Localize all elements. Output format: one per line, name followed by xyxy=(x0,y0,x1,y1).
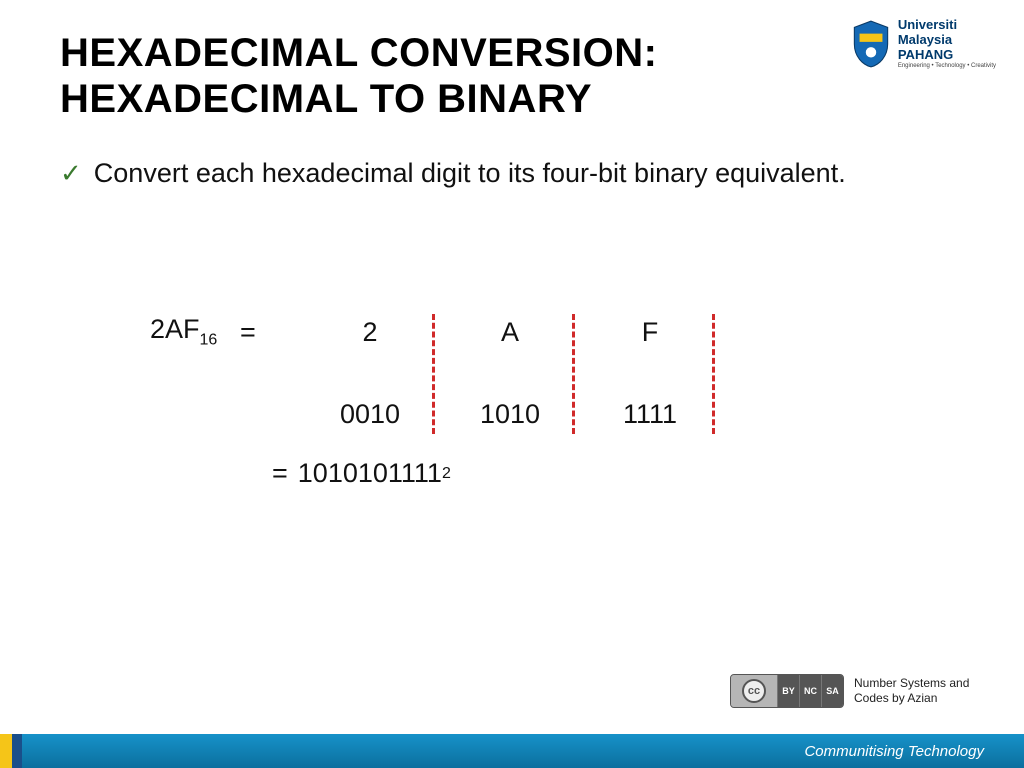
result-base: 2 xyxy=(442,465,451,483)
binary-nibble: 0010 xyxy=(300,399,440,430)
cc-logo-icon: cc xyxy=(731,675,777,707)
license-block: cc BY NC SA Number Systems and Codes by … xyxy=(730,674,994,708)
credit-text: Number Systems and Codes by Azian xyxy=(854,676,994,706)
hex-base: 16 xyxy=(200,332,218,349)
university-logo: Universiti Malaysia PAHANG Engineering •… xyxy=(850,18,996,70)
shield-icon xyxy=(850,19,892,69)
conversion-example: 2AF16 = 2 A F 0010 1010 1111 = 101010111… xyxy=(150,310,720,489)
cc-part: SA xyxy=(821,675,843,707)
uni-tagline: Engineering • Technology • Creativity xyxy=(898,63,996,70)
footer-bar: Communitising Technology xyxy=(0,734,1024,768)
footer-text: Communitising Technology xyxy=(804,734,984,768)
divider-line xyxy=(432,314,435,434)
binary-nibble: 1010 xyxy=(440,399,580,430)
hex-digit: F xyxy=(580,317,720,348)
cc-badge-icon: cc BY NC SA xyxy=(730,674,844,708)
equals-sign: = xyxy=(240,317,300,348)
hex-input: 2AF16 xyxy=(150,314,240,349)
footer-accent xyxy=(12,734,22,768)
footer-accent xyxy=(0,734,12,768)
hex-row: 2AF16 = 2 A F xyxy=(150,310,720,354)
bullet-text: Convert each hexadecimal digit to its fo… xyxy=(94,156,846,191)
cc-part: BY xyxy=(777,675,799,707)
uni-line1: Universiti xyxy=(898,18,996,33)
slide-title: HEXADECIMAL CONVERSION: HEXADECIMAL TO B… xyxy=(60,30,800,122)
cc-circle-icon: cc xyxy=(742,679,766,703)
binary-row: 0010 1010 1111 xyxy=(150,392,720,436)
hex-digit: 2 xyxy=(300,317,440,348)
uni-line2: Malaysia xyxy=(898,33,996,48)
result-value: 1010101111 xyxy=(298,458,442,489)
equals-sign: = xyxy=(272,458,288,489)
hex-value: 2AF xyxy=(150,314,200,344)
slide: Universiti Malaysia PAHANG Engineering •… xyxy=(0,0,1024,768)
divider-line xyxy=(572,314,575,434)
cc-part: NC xyxy=(799,675,821,707)
divider-line xyxy=(712,314,715,434)
binary-nibble: 1111 xyxy=(580,399,720,430)
hex-digit: A xyxy=(440,317,580,348)
university-name: Universiti Malaysia PAHANG Engineering •… xyxy=(898,18,996,70)
result-row: = 10101011112 xyxy=(272,458,720,489)
bullet-item: ✓ Convert each hexadecimal digit to its … xyxy=(60,156,964,191)
check-icon: ✓ xyxy=(60,158,82,189)
uni-line3: PAHANG xyxy=(898,48,996,63)
